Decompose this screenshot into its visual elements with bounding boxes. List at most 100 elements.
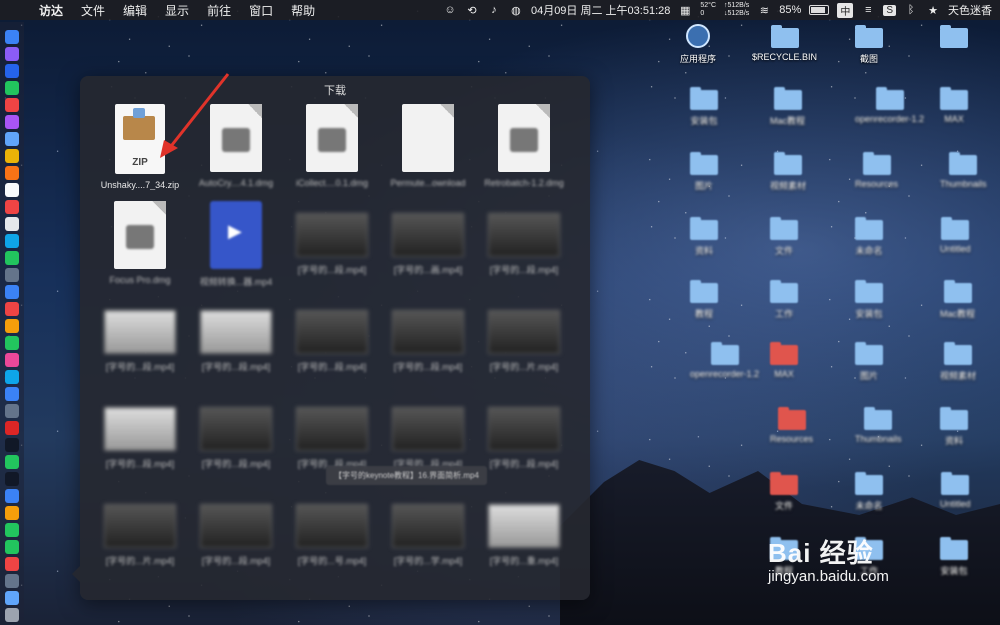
- network-speed[interactable]: ↑512B/s ↓512B/s: [724, 2, 749, 18]
- dock-app-icon[interactable]: [5, 98, 19, 112]
- desktop-item[interactable]: MAX: [940, 87, 968, 124]
- dock-app-icon[interactable]: [5, 608, 19, 622]
- desktop-item[interactable]: 资料: [690, 217, 718, 257]
- desktop-item[interactable]: MAX: [770, 342, 798, 379]
- menu-help[interactable]: 帮助: [282, 2, 324, 19]
- mute-icon[interactable]: ♪: [487, 4, 501, 16]
- desktop-item[interactable]: 安装包: [940, 537, 968, 577]
- stack-file-item[interactable]: [字号的...段.mp4]: [476, 391, 572, 488]
- dock-app-icon[interactable]: [5, 47, 19, 61]
- stack-file-item[interactable]: [字号的...段.mp4]: [188, 488, 284, 585]
- dock-app-icon[interactable]: [5, 506, 19, 520]
- desktop-item[interactable]: 图片: [855, 342, 883, 382]
- desktop-item[interactable]: 安装包: [690, 87, 718, 127]
- desktop-item[interactable]: 图片: [690, 152, 718, 192]
- dock-app-icon[interactable]: [5, 472, 19, 486]
- desktop-item[interactable]: Mac教程: [940, 280, 975, 320]
- menu-edit[interactable]: 编辑: [114, 2, 156, 19]
- grid-app-icon[interactable]: ▦: [678, 4, 692, 17]
- dock-app-icon[interactable]: [5, 523, 19, 537]
- desktop-item[interactable]: 未命名: [855, 472, 883, 512]
- desktop-item[interactable]: Thumbnails: [940, 152, 987, 189]
- stack-file-item[interactable]: [字号的...画.mp4]: [380, 197, 476, 294]
- desktop-recycle-bin[interactable]: $RECYCLE.BIN: [752, 25, 817, 62]
- desktop-item[interactable]: Untitled: [940, 217, 971, 254]
- stack-file-item[interactable]: [字号的...片.mp4]: [92, 488, 188, 585]
- stack-file-item[interactable]: [字号的...重.mp4]: [476, 488, 572, 585]
- desktop-item[interactable]: 工作: [770, 280, 798, 320]
- globe-icon[interactable]: ◍: [509, 4, 523, 17]
- desktop-item[interactable]: 未命名: [855, 217, 883, 257]
- dock-app-icon[interactable]: [5, 353, 19, 367]
- bluetooth-icon[interactable]: ᛒ: [904, 4, 918, 16]
- sync-icon[interactable]: ⟲: [465, 4, 479, 17]
- stack-file-item[interactable]: iCollect....0.1.dmg: [284, 100, 380, 197]
- menu-file[interactable]: 文件: [72, 2, 114, 19]
- dock-app-icon[interactable]: [5, 251, 19, 265]
- dock-app-icon[interactable]: [5, 115, 19, 129]
- stack-file-item[interactable]: ZIP Unshaky....7_34.zip: [92, 100, 188, 197]
- dock-app-icon[interactable]: [5, 336, 19, 350]
- dock-app-icon[interactable]: [5, 200, 19, 214]
- stack-file-item[interactable]: [字号的...段.mp4]: [92, 391, 188, 488]
- desktop-item[interactable]: Untitled: [940, 472, 971, 509]
- dock-app-icon[interactable]: [5, 370, 19, 384]
- desktop-item[interactable]: 资料: [940, 407, 968, 447]
- dock-app-icon[interactable]: [5, 64, 19, 78]
- menu-window[interactable]: 窗口: [240, 2, 282, 19]
- dock-app-icon[interactable]: [5, 574, 19, 588]
- dock-app-icon[interactable]: [5, 166, 19, 180]
- dock-app-icon[interactable]: [5, 302, 19, 316]
- stack-file-item[interactable]: [字号的...段.mp4]: [284, 294, 380, 391]
- menu-app-finder[interactable]: 访达: [30, 2, 72, 19]
- dock-app-icon[interactable]: [5, 234, 19, 248]
- battery-percent[interactable]: 85%: [779, 4, 801, 16]
- desktop-item[interactable]: 教程: [690, 280, 718, 320]
- stack-file-item[interactable]: Retrobatch-1.2.dmg: [476, 100, 572, 197]
- stack-file-item[interactable]: Permute...ownload: [380, 100, 476, 197]
- input-method-indicator[interactable]: 中: [837, 2, 854, 18]
- stack-file-item[interactable]: 视频转换...器.mp4: [188, 197, 284, 294]
- ghost-icon[interactable]: ☺: [443, 4, 457, 16]
- desktop-item[interactable]: 文件: [770, 472, 798, 512]
- desktop-folder[interactable]: [940, 25, 968, 48]
- s-app-icon[interactable]: S: [883, 4, 896, 16]
- dock-app-icon[interactable]: [5, 183, 19, 197]
- stack-file-item[interactable]: [字号的...学.mp4]: [380, 488, 476, 585]
- dock-app-icon[interactable]: [5, 149, 19, 163]
- desktop-item[interactable]: Thumbnails: [855, 407, 902, 444]
- desktop-item[interactable]: 视频素材: [940, 342, 976, 382]
- stack-file-item[interactable]: [字号的...段.mp4]: [380, 294, 476, 391]
- dock-app-icon[interactable]: [5, 591, 19, 605]
- menu-go[interactable]: 前往: [198, 2, 240, 19]
- desktop-item[interactable]: openrecorder-1.2: [690, 342, 759, 379]
- dock-app-icon[interactable]: [5, 81, 19, 95]
- stack-file-item[interactable]: [字号的...段.mp4]: [188, 294, 284, 391]
- dock-app-icon[interactable]: [5, 30, 19, 44]
- dock-app-icon[interactable]: [5, 285, 19, 299]
- stack-file-item[interactable]: [字号的...段.mp4]: [188, 391, 284, 488]
- list-icon[interactable]: ≡: [861, 4, 875, 16]
- desktop-item[interactable]: openrecorder-1.2: [855, 87, 924, 124]
- desktop-item[interactable]: Resources: [855, 152, 898, 189]
- username[interactable]: 天色迷香: [948, 2, 992, 18]
- stack-file-item[interactable]: [字号的...段.mp4]: [284, 197, 380, 294]
- dock-app-icon[interactable]: [5, 455, 19, 469]
- menu-view[interactable]: 显示: [156, 2, 198, 19]
- dock-app-icon[interactable]: [5, 132, 19, 146]
- battery-icon[interactable]: [809, 5, 830, 15]
- stack-file-item[interactable]: [字号的...段.mp4]: [92, 294, 188, 391]
- desktop-screenshots[interactable]: 截图: [855, 25, 883, 65]
- dock-app-icon[interactable]: [5, 319, 19, 333]
- dock-app-icon[interactable]: [5, 540, 19, 554]
- system-stats[interactable]: 52°C 0: [700, 2, 716, 18]
- stack-file-item[interactable]: Focus Pro.dmg: [92, 197, 188, 294]
- desktop-item[interactable]: Mac教程: [770, 87, 805, 127]
- desktop-item[interactable]: Resources: [770, 407, 813, 444]
- dock-app-icon[interactable]: [5, 387, 19, 401]
- dock-app-icon[interactable]: [5, 489, 19, 503]
- dock-app-icon[interactable]: [5, 268, 19, 282]
- clock-datetime[interactable]: 04月09日 周二 上午03:51:28: [531, 2, 670, 18]
- stack-file-item[interactable]: [字号的...段.mp4]: [476, 197, 572, 294]
- dock-app-icon[interactable]: [5, 404, 19, 418]
